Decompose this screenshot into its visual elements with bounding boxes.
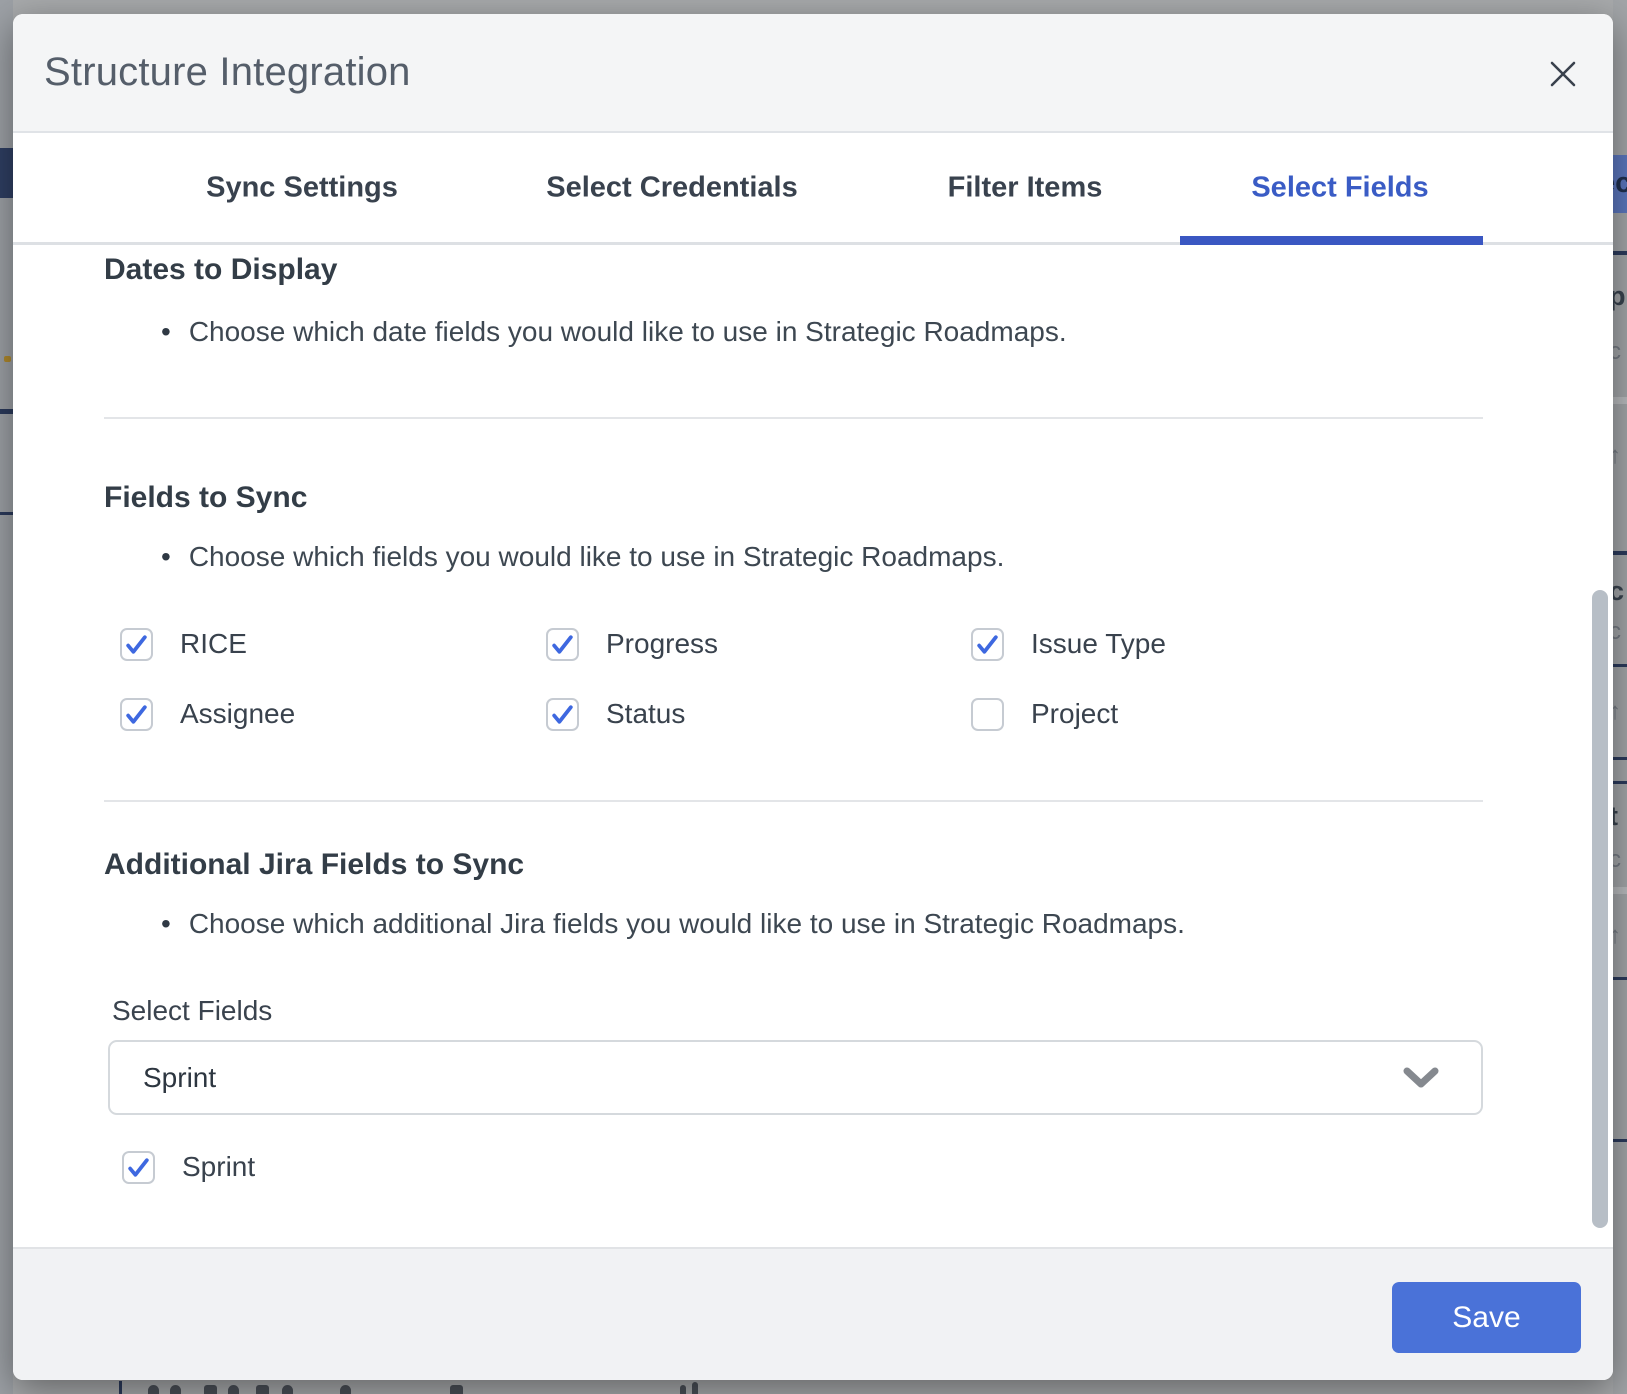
background-button-fragment: ec — [1613, 155, 1627, 213]
checkbox-status[interactable]: Status — [546, 697, 685, 731]
check-icon — [550, 632, 575, 657]
background-text-fragment: ↑ — [1613, 444, 1627, 468]
background-text-fragment: c — [1613, 340, 1627, 364]
background-fragment — [1613, 551, 1627, 555]
background-fragment — [0, 409, 13, 414]
background-fragment — [4, 356, 11, 362]
background-icon-fragment — [680, 1385, 686, 1394]
tab-sync-settings[interactable]: Sync Settings — [206, 171, 398, 204]
checkbox-label: Sprint — [182, 1151, 255, 1183]
section-heading-additional-jira-fields: Additional Jira Fields to Sync — [104, 846, 524, 884]
scrollbar-thumb[interactable] — [1592, 590, 1608, 1228]
check-icon — [550, 702, 575, 727]
background-right-strip: ec p c ↑ c c ↑ t c ↑ — [1613, 0, 1627, 1394]
background-text-fragment: ↑ — [1613, 700, 1627, 724]
active-tab-underline — [1180, 236, 1483, 245]
checkbox-sprint[interactable]: Sprint — [122, 1150, 255, 1184]
checkbox-issue-type[interactable]: Issue Type — [971, 627, 1166, 661]
tab-filter-items[interactable]: Filter Items — [948, 171, 1103, 204]
check-icon — [975, 632, 1000, 657]
checkbox-progress[interactable]: Progress — [546, 627, 718, 661]
background-icon-fragment — [692, 1382, 698, 1394]
check-icon — [124, 702, 149, 727]
checkbox-label: RICE — [180, 628, 247, 660]
background-fragment — [1613, 1139, 1627, 1142]
select-fields-label: Select Fields — [112, 994, 272, 1028]
checkbox-assignee[interactable]: Assignee — [120, 697, 295, 731]
checkbox-project[interactable]: Project — [971, 697, 1118, 731]
checkbox[interactable] — [971, 628, 1004, 661]
background-icon-fragment — [256, 1385, 269, 1394]
checkbox[interactable] — [122, 1151, 155, 1184]
background-text-fragment: ↑ — [1613, 924, 1627, 948]
section-description: • Choose which additional Jira fields yo… — [161, 905, 1185, 943]
checkbox-label: Progress — [606, 628, 718, 660]
checkbox-label: Project — [1031, 698, 1118, 730]
section-description: • Choose which date fields you would lik… — [161, 313, 1067, 351]
section-description: • Choose which fields you would like to … — [161, 538, 1004, 576]
dialog-header: Structure Integration — [13, 14, 1613, 133]
screen: { "dialog": { "title": "Structure Integr… — [0, 0, 1627, 1394]
check-icon — [126, 1155, 151, 1180]
close-icon — [1547, 58, 1579, 90]
background-fragment — [1613, 757, 1627, 760]
save-button[interactable]: Save — [1392, 1282, 1581, 1353]
background-icon-fragment — [170, 1385, 181, 1394]
background-fragment — [1613, 664, 1627, 667]
close-button[interactable] — [1543, 54, 1583, 94]
structure-integration-dialog: Structure Integration Sync Settings Sele… — [13, 14, 1613, 1380]
background-icon-fragment — [450, 1385, 463, 1394]
background-icon-fragment — [282, 1385, 293, 1394]
checkbox-rice[interactable]: RICE — [120, 627, 247, 661]
tab-select-fields[interactable]: Select Fields — [1251, 171, 1428, 204]
background-fragment — [119, 1381, 122, 1394]
dialog-content: Dates to Display • Choose which date fie… — [13, 247, 1613, 1247]
background-text-fragment: t — [1613, 803, 1627, 830]
background-fragment — [1613, 781, 1627, 784]
background-bottom-strip — [0, 1380, 1627, 1394]
checkbox-label: Status — [606, 698, 685, 730]
dialog-title: Structure Integration — [44, 50, 411, 95]
background-fragment — [0, 512, 13, 515]
dropdown-selected-value: Sprint — [143, 1062, 1401, 1094]
section-heading-dates-to-display: Dates to Display — [104, 251, 337, 289]
chevron-down-icon — [1401, 1065, 1441, 1091]
checkbox[interactable] — [120, 628, 153, 661]
section-divider — [104, 800, 1483, 802]
background-fragment — [1613, 251, 1627, 255]
tab-select-credentials[interactable]: Select Credentials — [546, 171, 797, 204]
check-icon — [124, 632, 149, 657]
background-text-fragment: c — [1613, 620, 1627, 644]
background-left-strip — [0, 0, 13, 1394]
fields-dropdown[interactable]: Sprint — [108, 1040, 1483, 1115]
background-text-fragment: ec — [1613, 169, 1625, 198]
bullet-icon: • — [161, 538, 171, 576]
tab-bar: Sync Settings Select Credentials Filter … — [13, 133, 1613, 245]
section-description-text: Choose which fields you would like to us… — [189, 538, 1005, 576]
checkbox-label: Issue Type — [1031, 628, 1166, 660]
dialog-footer: Save — [13, 1247, 1613, 1380]
background-text-fragment: c — [1613, 578, 1627, 605]
checkbox[interactable] — [546, 628, 579, 661]
background-icon-fragment — [148, 1385, 159, 1394]
background-fragment — [0, 148, 13, 198]
bullet-icon: • — [161, 313, 171, 351]
background-fragment — [1613, 887, 1627, 894]
checkbox[interactable] — [971, 698, 1004, 731]
checkbox-label: Assignee — [180, 698, 295, 730]
background-text-fragment: c — [1613, 848, 1627, 872]
background-text-fragment: p — [1613, 283, 1627, 310]
section-description-text: Choose which date fields you would like … — [189, 313, 1067, 351]
section-description-text: Choose which additional Jira fields you … — [189, 905, 1185, 943]
bullet-icon: • — [161, 905, 171, 943]
background-fragment — [1613, 397, 1627, 404]
background-icon-fragment — [340, 1385, 351, 1394]
background-icon-fragment — [204, 1385, 217, 1394]
checkbox[interactable] — [546, 698, 579, 731]
background-fragment — [1613, 977, 1627, 980]
section-divider — [104, 417, 1483, 419]
background-icon-fragment — [228, 1385, 239, 1394]
section-heading-fields-to-sync: Fields to Sync — [104, 479, 307, 517]
checkbox[interactable] — [120, 698, 153, 731]
